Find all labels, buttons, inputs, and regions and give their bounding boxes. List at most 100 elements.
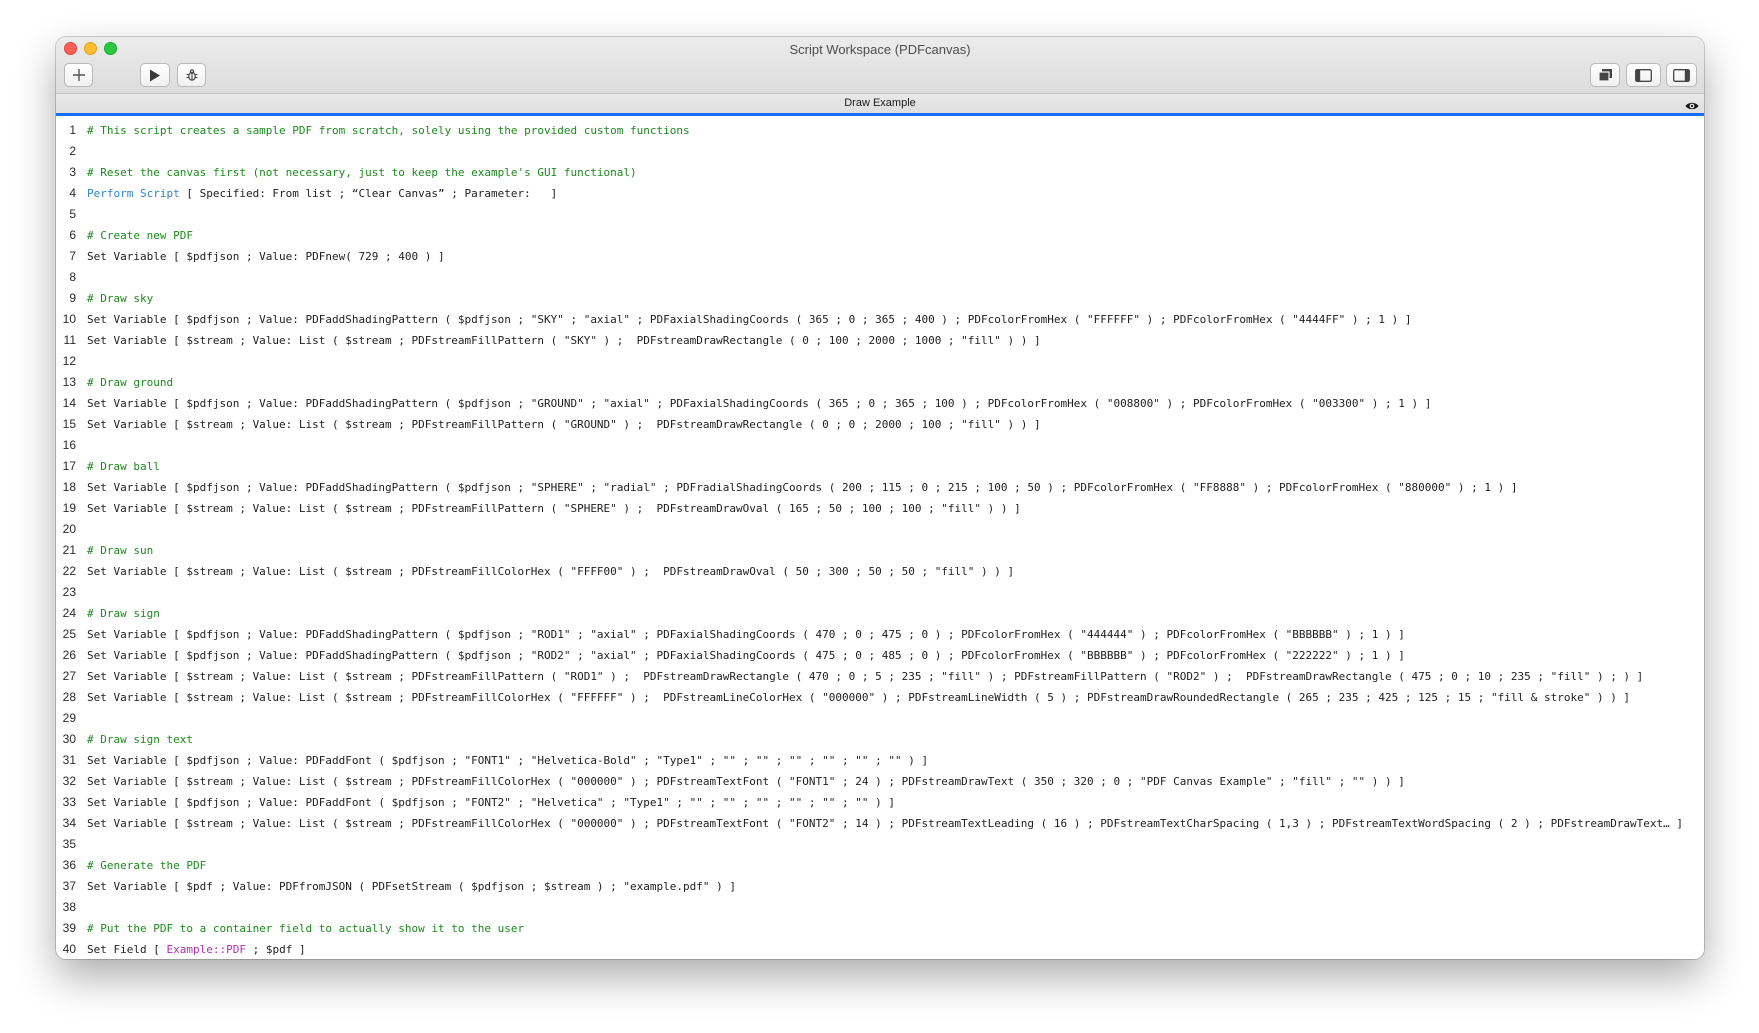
script-line[interactable]: 6 # Create new PDF [56,225,1704,246]
script-line[interactable]: 9 # Draw sky [56,288,1704,309]
line-number: 30 [62,732,76,746]
line-number: 32 [62,774,76,788]
line-number: 20 [62,522,76,536]
script-step: Set Field [ Example::PDF ; $pdf ] [87,939,306,959]
script-line[interactable]: 19 Set Variable [ $stream ; Value: List (… [56,498,1704,519]
line-number: 5 [69,207,76,221]
comment-text: # This script creates a sample PDF from … [87,124,690,137]
script-line[interactable]: 25 Set Variable [ $pdfjson ; Value: PDFad… [56,624,1704,645]
script-step: Set Variable [ $stream ; Value: List ( $… [87,687,1630,708]
step-parameters: Set Variable [ $pdfjson ; Value: PDFaddS… [87,481,1518,494]
script-step: # Draw sun [87,540,153,561]
script-line[interactable]: 39 # Put the PDF to a container field to … [56,918,1704,939]
script-line[interactable]: 38 [56,897,1704,918]
script-line[interactable]: 15 Set Variable [ $stream ; Value: List (… [56,414,1704,435]
script-line[interactable]: 36 # Generate the PDF [56,855,1704,876]
line-number: 27 [62,669,76,683]
step-parameters: Set Variable [ $stream ; Value: List ( $… [87,817,1684,830]
comment-text: # Create new PDF [87,229,193,242]
line-number: 19 [62,501,76,515]
plus-icon [72,69,85,81]
script-line[interactable]: 35 [56,834,1704,855]
script-workspace-window: Script Workspace (PDFcanvas) Draw Exampl… [56,37,1704,959]
new-script-button[interactable] [64,63,93,87]
sidebar-left-icon [1635,68,1652,82]
script-line[interactable]: 26 Set Variable [ $pdfjson ; Value: PDFad… [56,645,1704,666]
script-step: # Draw ball [87,456,160,477]
script-step: Set Variable [ $stream ; Value: List ( $… [87,561,1014,582]
script-line[interactable]: 37 Set Variable [ $pdf ; Value: PDFfromJS… [56,876,1704,897]
script-line[interactable]: 20 [56,519,1704,540]
script-line[interactable]: 28 Set Variable [ $stream ; Value: List (… [56,687,1704,708]
script-step: # Draw sign text [87,729,193,750]
run-script-button[interactable] [140,63,170,87]
script-line[interactable]: 3 # Reset the canvas first (not necessary… [56,162,1704,183]
comment-text: # Draw sun [87,544,154,557]
step-parameters: Set Field [ [87,943,167,956]
script-line[interactable]: 17 # Draw ball [56,456,1704,477]
script-line[interactable]: 18 Set Variable [ $pdfjson ; Value: PDFad… [56,477,1704,498]
line-number: 17 [62,459,76,473]
script-line[interactable]: 33 Set Variable [ $pdfjson ; Value: PDFad… [56,792,1704,813]
script-line[interactable]: 21 # Draw sun [56,540,1704,561]
step-parameters: Set Variable [ $stream ; Value: List ( $… [87,565,1015,578]
script-line[interactable]: 30 # Draw sign text [56,729,1704,750]
field-reference: Example::PDF [166,943,246,956]
script-line[interactable]: 10 Set Variable [ $pdfjson ; Value: PDFad… [56,309,1704,330]
script-line[interactable]: 1 # This script creates a sample PDF from… [56,120,1704,141]
script-step: # Draw sky [87,288,153,309]
script-line[interactable]: 2 [56,141,1704,162]
step-parameters: Set Variable [ $stream ; Value: List ( $… [87,334,1041,347]
script-line[interactable]: 23 [56,582,1704,603]
script-step: Set Variable [ $pdfjson ; Value: PDFnew(… [87,246,445,267]
script-line[interactable]: 31 Set Variable [ $pdfjson ; Value: PDFad… [56,750,1704,771]
script-line[interactable]: 14 Set Variable [ $pdfjson ; Value: PDFad… [56,393,1704,414]
window-title: Script Workspace (PDFcanvas) [789,42,971,57]
line-number: 9 [69,291,76,305]
script-line[interactable]: 8 [56,267,1704,288]
script-line[interactable]: 27 Set Variable [ $stream ; Value: List (… [56,666,1704,687]
script-editor[interactable]: 1 # This script creates a sample PDF from… [56,116,1704,959]
title-bar: Script Workspace (PDFcanvas) [56,37,1704,94]
step-parameters: Set Variable [ $pdfjson ; Value: PDFaddS… [87,313,1412,326]
script-line[interactable]: 12 [56,351,1704,372]
script-line[interactable]: 24 # Draw sign [56,603,1704,624]
step-parameters: Set Variable [ $pdfjson ; Value: PDFnew(… [87,250,445,263]
script-line[interactable]: 5 [56,204,1704,225]
script-line[interactable]: 11 Set Variable [ $stream ; Value: List (… [56,330,1704,351]
line-number: 40 [62,942,76,956]
play-icon [150,69,160,81]
step-parameters: Set Variable [ $stream ; Value: List ( $… [87,691,1631,704]
script-line[interactable]: 13 # Draw ground [56,372,1704,393]
step-parameters: Set Variable [ $stream ; Value: List ( $… [87,670,1644,683]
script-line[interactable]: 4 Perform Script [ Specified: From list ;… [56,183,1704,204]
script-line[interactable]: 40 Set Field [ Example::PDF ; $pdf ] [56,939,1704,959]
eye-icon[interactable] [1685,98,1699,116]
debug-script-button[interactable] [177,63,206,87]
script-step-name: Perform Script [87,187,180,200]
script-step: # Draw sign [87,603,160,624]
line-number: 8 [69,270,76,284]
script-line[interactable]: 29 [56,708,1704,729]
line-number: 34 [62,816,76,830]
comment-text: # Generate the PDF [87,859,207,872]
script-step: # Create new PDF [87,225,193,246]
script-line[interactable]: 34 Set Variable [ $stream ; Value: List (… [56,813,1704,834]
line-number: 38 [62,900,76,914]
step-parameters: Set Variable [ $pdfjson ; Value: PDFaddS… [87,397,1432,410]
line-number: 7 [69,249,76,263]
step-parameters: [ Specified: From list ; “Clear Canvas” … [179,187,558,200]
line-number: 16 [62,438,76,452]
script-line[interactable]: 7 Set Variable [ $pdfjson ; Value: PDFnew… [56,246,1704,267]
line-number: 14 [62,396,76,410]
line-number: 13 [62,375,76,389]
duplicate-button[interactable] [1590,63,1620,87]
script-line[interactable]: 16 [56,435,1704,456]
script-line[interactable]: 32 Set Variable [ $stream ; Value: List (… [56,771,1704,792]
toggle-left-sidebar-button[interactable] [1626,63,1661,87]
script-tab-title[interactable]: Draw Example [56,97,1704,109]
toggle-right-sidebar-button[interactable] [1666,63,1697,87]
script-step: Set Variable [ $pdfjson ; Value: PDFaddF… [87,750,928,771]
line-number: 25 [62,627,76,641]
script-line[interactable]: 22 Set Variable [ $stream ; Value: List (… [56,561,1704,582]
